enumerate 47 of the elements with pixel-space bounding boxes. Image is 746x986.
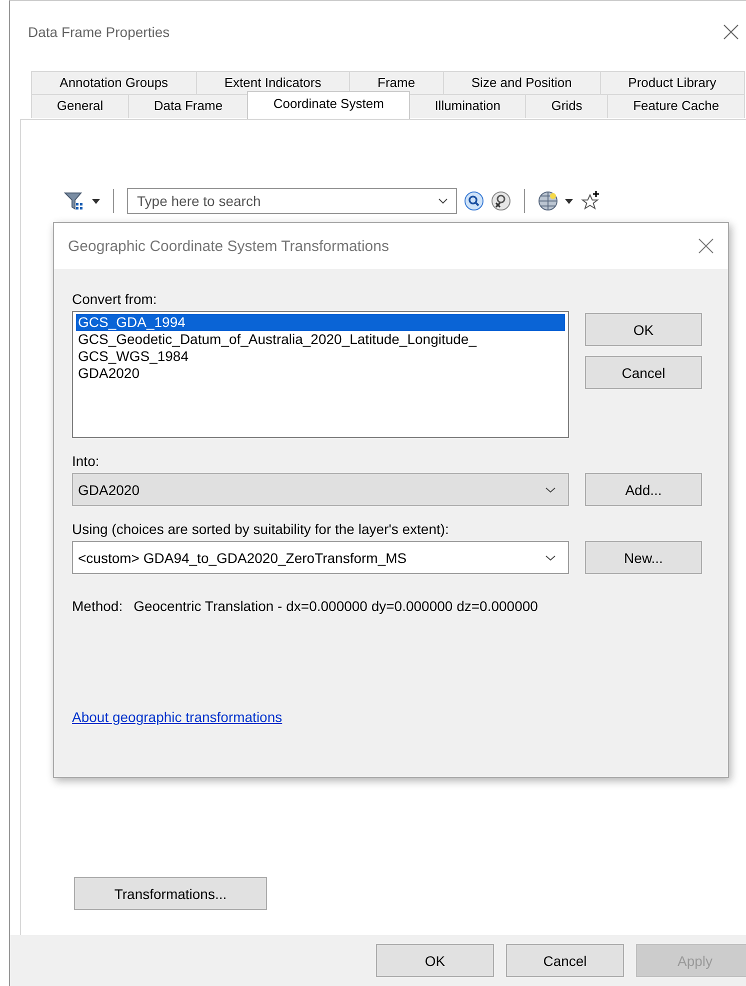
new-button[interactable]: New... [585, 541, 702, 574]
tab[interactable]: Product Library [600, 71, 745, 94]
chevron-icon [545, 486, 556, 492]
search-placeholder: Type here to search [137, 193, 261, 209]
dialog-button[interactable]: Cancel [585, 356, 702, 389]
footer-button[interactable]: OK [376, 944, 494, 977]
method-value: Geocentric Translation - dx=0.000000 dy=0.000000 dz=0.000000 [134, 598, 538, 614]
add-button[interactable]: Add... [585, 473, 702, 506]
chevron-icon [438, 198, 448, 204]
field-label: Convert from: [72, 291, 158, 307]
tab[interactable]: Illumination [408, 94, 526, 118]
tab[interactable]: Frame [348, 71, 444, 94]
tab[interactable]: Coordinate System [247, 91, 410, 119]
footer-button[interactable]: Cancel [506, 944, 624, 977]
field-label: Into: [72, 453, 100, 469]
list-item[interactable]: GCS_GDA_1994 [76, 314, 565, 331]
tab[interactable]: General [31, 94, 130, 118]
list-item[interactable]: GDA2020 [76, 365, 565, 382]
filter-icon[interactable] [63, 190, 85, 212]
search-icon[interactable] [464, 191, 484, 211]
close-icon[interactable] [723, 24, 739, 40]
search-field[interactable]: Type here to search [127, 188, 457, 214]
tab[interactable]: Extent Indicators [196, 71, 350, 94]
tab[interactable]: Annotation Groups [31, 71, 197, 94]
tab[interactable]: Grids [525, 94, 608, 118]
dialog-button[interactable]: OK [585, 313, 702, 346]
list-item[interactable]: GCS_Geodetic_Datum_of_Australia_2020_Latitude_Longitude_ [76, 331, 565, 348]
tab[interactable]: Feature Cache [607, 94, 745, 118]
add-favorite-icon[interactable] [580, 190, 602, 212]
clear-search-icon[interactable] [491, 191, 511, 211]
close-icon[interactable] [698, 238, 714, 254]
dialog-title: Geographic Coordinate System Transformations [68, 238, 389, 254]
transformations-button[interactable]: Transformations... [74, 877, 267, 910]
convert-from-list[interactable]: GCS_GDA_1994 GCS_Geodetic_Datum_of_Australia_2020_Latitude_Longitude_ GCS_WGS_1984 GDA2020 [72, 311, 569, 438]
into-dropdown[interactable]: GDA2020 [72, 473, 569, 506]
chevron-icon [545, 554, 556, 560]
globe-icon[interactable] [538, 191, 558, 211]
window-title: Data Frame Properties [28, 24, 170, 40]
list-item[interactable]: GCS_WGS_1984 [76, 348, 565, 365]
field-label: Using (choices are sorted by suitability for the layer's extent): [72, 521, 450, 537]
method-label: Method: [72, 598, 123, 614]
tab[interactable]: Data Frame [128, 94, 248, 118]
caret-icon[interactable] [92, 198, 100, 204]
using-dropdown[interactable]: <custom> GDA94_to_GDA2020_ZeroTransform_MS [72, 541, 569, 574]
caret-icon[interactable] [565, 198, 573, 204]
help-link[interactable]: About geographic transformations [72, 709, 282, 725]
tab[interactable]: Size and Position [442, 71, 600, 94]
